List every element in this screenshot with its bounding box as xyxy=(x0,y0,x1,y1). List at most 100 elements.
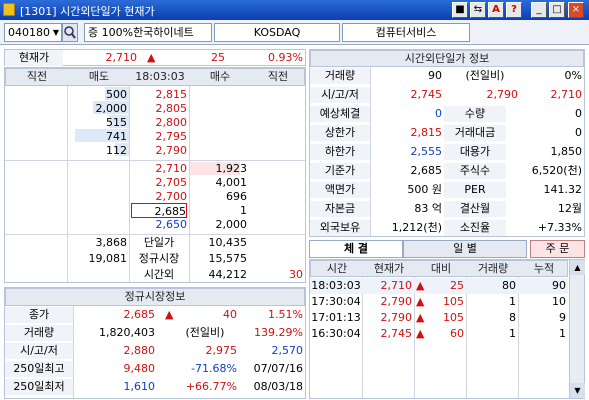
summary-right: 10,435 xyxy=(208,236,248,249)
maximize-button[interactable]: □ xyxy=(549,2,565,18)
regular-open: 2,880 xyxy=(123,344,156,357)
summary-right: 44,212 xyxy=(208,268,248,281)
regular-250-low-date: 08/03/18 xyxy=(253,380,303,393)
regular-volume: 1,820,403 xyxy=(99,326,155,339)
regular-label: 거래량 xyxy=(5,325,73,341)
trades-header: 누적 xyxy=(533,262,555,275)
order-button[interactable]: 주 문 xyxy=(530,240,585,258)
sector-field: 컴퓨터서비스 xyxy=(342,23,470,42)
scroll-up-icon[interactable]: ▲ xyxy=(570,260,585,275)
trade-volume: 1 xyxy=(509,327,516,340)
regular-market-title: 정규시장정보 xyxy=(5,288,305,306)
info-label: 기준가 xyxy=(310,163,370,179)
regular-250-low: 1,610 xyxy=(123,380,156,393)
regular-label: 250일최저 xyxy=(5,379,73,395)
orderbook-header-bid: 매수 xyxy=(209,70,231,83)
regular-vol-label: (전일비) xyxy=(185,326,225,339)
orderbook-header-prev-bid: 직전 xyxy=(267,70,289,83)
toolbar: 040180 ▼ 증 100%한국하이네트 KOSDAQ 컴퓨터서비스 xyxy=(0,20,589,45)
regular-250-low-rate: +66.77% xyxy=(185,380,237,393)
close-button[interactable]: × xyxy=(568,2,584,18)
info-label: 액면가 xyxy=(310,182,370,198)
trade-price: 2,790 xyxy=(380,295,413,308)
info-label: PER xyxy=(444,182,506,198)
trade-cum: 9 xyxy=(559,311,566,324)
trade-price: 2,745 xyxy=(380,327,413,340)
info-label: 자본금 xyxy=(310,201,370,217)
trade-volume: 1 xyxy=(509,295,516,308)
info-label: 시/고/저 xyxy=(310,87,370,103)
ask-qty: 112 xyxy=(106,144,127,157)
orderbook-header-prev-ask: 직전 xyxy=(26,70,48,83)
bid-price[interactable]: 2,650 xyxy=(129,217,188,233)
info-label: 수량 xyxy=(444,106,506,122)
trades-header: 대비 xyxy=(430,262,452,275)
trade-change: 25 xyxy=(450,279,464,292)
dropdown-arrow-icon[interactable]: ▼ xyxy=(53,24,59,41)
bid-qty: 2,000 xyxy=(215,218,248,231)
font-button[interactable]: A xyxy=(488,2,504,18)
trades-header: 시간 xyxy=(326,262,348,275)
app-icon xyxy=(3,3,15,16)
info-value: 1,212(천) xyxy=(391,221,442,234)
orderbook: 직전 매도 18:03:03 매수 직전 500 2,815 2,000 2,8… xyxy=(4,67,306,283)
info-label: 예상체결 xyxy=(310,106,370,122)
trade-cum: 10 xyxy=(552,295,566,308)
info-low: 2,710 xyxy=(550,88,583,101)
trade-change: 60 xyxy=(450,327,464,340)
trades-header: 거래량 xyxy=(477,262,509,275)
regular-low: 2,570 xyxy=(271,344,304,357)
info-vol-ratio: 0% xyxy=(564,69,582,82)
quote-bar: 현재가 2,710 ▲ 25 0.93% xyxy=(4,49,306,66)
info-label: 대용가 xyxy=(444,144,506,160)
minimize-button[interactable]: _ xyxy=(531,2,547,18)
bid-price-selected[interactable]: 2,685 xyxy=(131,203,187,218)
info-value: 141.32 xyxy=(543,183,583,196)
orderbook-header-time: 18:03:03 xyxy=(135,70,185,83)
summary-label: 정규시장 xyxy=(138,252,180,265)
regular-close: 2,685 xyxy=(123,308,156,321)
help-button[interactable]: ? xyxy=(506,2,522,18)
info-value: 1,850 xyxy=(550,145,583,158)
info-value: +7.33% xyxy=(537,221,582,234)
info-label: 주식수 xyxy=(444,163,506,179)
stock-code: 040180 xyxy=(8,26,50,39)
ask-price[interactable]: 2,790 xyxy=(129,143,188,159)
up-triangle-icon: ▲ xyxy=(147,51,156,64)
tab-daily[interactable]: 일 별 xyxy=(403,240,527,258)
info-label: 거래대금 xyxy=(444,125,506,141)
search-button[interactable] xyxy=(62,23,78,42)
info-high: 2,790 xyxy=(486,88,519,101)
info-value: 2,555 xyxy=(410,145,443,158)
trade-volume: 8 xyxy=(509,311,516,324)
quote-change: 25 xyxy=(211,51,225,64)
regular-250-high-rate: -71.68% xyxy=(191,362,237,375)
regular-label: 시/고/저 xyxy=(5,343,73,359)
info-label: 소진율 xyxy=(444,220,506,236)
scroll-down-icon[interactable]: ▼ xyxy=(570,383,585,398)
summary-left: 3,868 xyxy=(95,236,128,249)
pin-button[interactable]: ■ xyxy=(452,2,468,18)
trade-volume: 80 xyxy=(502,279,516,292)
link-button[interactable]: ⇆ xyxy=(470,2,486,18)
tab-trades[interactable]: 체 결 xyxy=(309,240,403,258)
scrollbar[interactable]: ▲ ▼ xyxy=(569,260,585,398)
trade-cum: 1 xyxy=(559,327,566,340)
info-value: 2,815 xyxy=(410,126,443,139)
trade-price: 2,790 xyxy=(380,311,413,324)
quote-price: 2,710 xyxy=(105,51,138,64)
regular-vol-ratio: 139.29% xyxy=(254,326,303,339)
regular-market-panel: 정규시장정보 종가 2,685 ▲ 40 1.51% 거래량 1,820,403… xyxy=(4,287,306,399)
regular-label: 250일최고 xyxy=(5,361,73,377)
stock-code-input[interactable]: 040180 ▼ xyxy=(4,23,62,42)
info-value: 2,685 xyxy=(410,164,443,177)
up-triangle-icon: ▲ xyxy=(165,308,174,321)
info-value: 500 원 xyxy=(407,183,442,196)
regular-rate: 1.51% xyxy=(268,308,303,321)
info-label: 상한가 xyxy=(310,125,370,141)
quote-rate: 0.93% xyxy=(268,51,303,64)
trade-cum: 90 xyxy=(552,279,566,292)
search-icon xyxy=(64,26,76,39)
regular-label: 종가 xyxy=(5,307,73,323)
info-value: 12월 xyxy=(557,202,582,215)
